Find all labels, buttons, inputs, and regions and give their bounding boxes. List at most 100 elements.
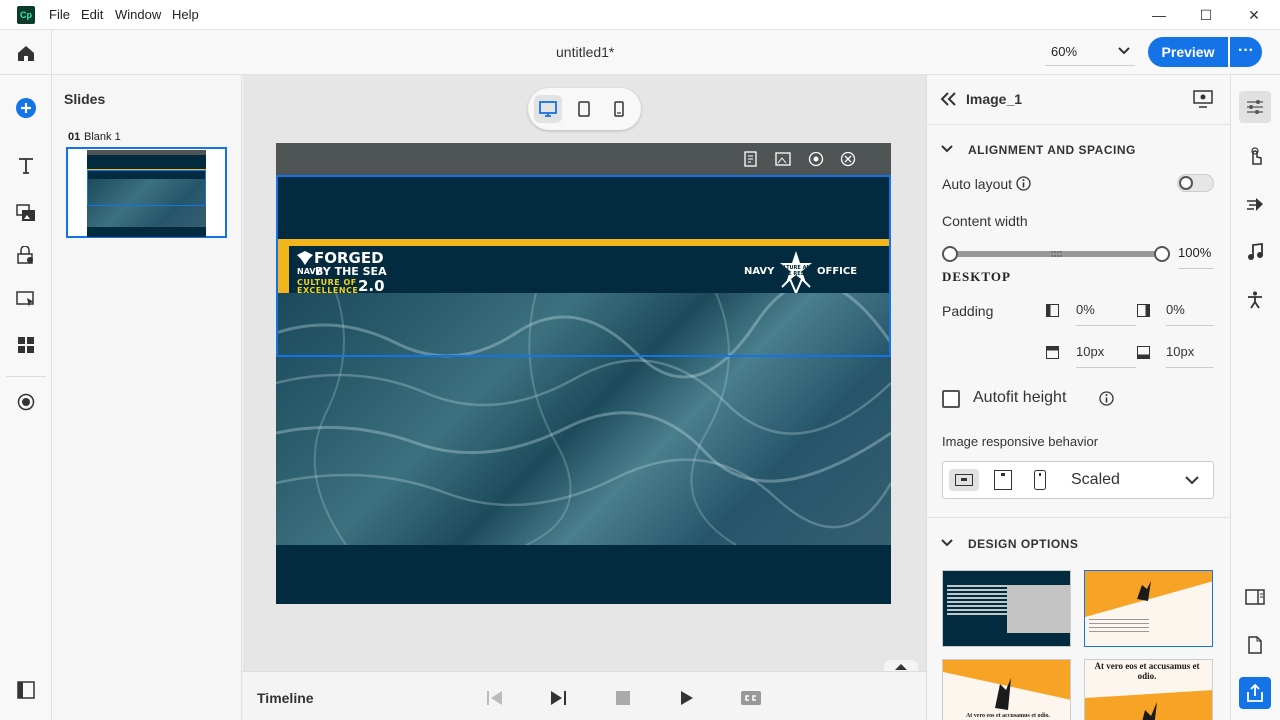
chevron-down-icon (1118, 47, 1130, 55)
play-icon[interactable] (680, 690, 694, 706)
slide-number: 01 (68, 131, 81, 143)
accessibility-tab[interactable] (1243, 288, 1267, 312)
padding-bottom-icon (1137, 346, 1150, 359)
selection-box[interactable] (276, 175, 891, 357)
desktop-label: DESKTOP (942, 269, 1011, 284)
slide-thumbnail[interactable] (66, 147, 227, 238)
auto-layout-toggle[interactable] (1177, 174, 1214, 192)
widgets-icon[interactable] (14, 287, 38, 311)
padding-right-input[interactable]: 0% (1166, 302, 1214, 326)
layout-panel-icon (1245, 589, 1265, 605)
visibility-icon[interactable] (1193, 90, 1213, 108)
slides-panel-title: Slides (64, 91, 106, 107)
autofit-label: Autofit height (973, 389, 1067, 406)
padding-bottom-input[interactable]: 10px (1166, 344, 1214, 368)
document-tab[interactable] (1243, 633, 1267, 657)
home-icon[interactable] (14, 41, 38, 65)
padding-top-input[interactable]: 10px (1076, 344, 1136, 368)
share-button[interactable] (1239, 677, 1271, 709)
step-forward-icon[interactable] (550, 690, 568, 706)
assets-icon[interactable] (14, 333, 38, 357)
design-option-3[interactable]: At vero eos et accusamus et odio. (942, 659, 1071, 720)
padding-left-input[interactable]: 0% (1076, 302, 1136, 326)
animation-tab[interactable] (1243, 192, 1267, 216)
text-icon[interactable] (14, 153, 38, 177)
design-option-4-text: At vero eos et accusamus et odio. (1094, 661, 1200, 681)
menu-help[interactable]: Help (172, 7, 199, 22)
chevron-down-icon (1185, 476, 1199, 485)
audio-tab[interactable] (1243, 240, 1267, 264)
touch-icon (1251, 147, 1262, 165)
responsive-behavior-value: Scaled (1071, 471, 1120, 488)
scaled-mode-option[interactable] (949, 469, 979, 491)
skip-back-icon[interactable] (486, 690, 504, 706)
menu-window[interactable]: Window (115, 7, 161, 22)
preview-button[interactable]: Preview (1148, 37, 1228, 67)
design-option-4[interactable]: At vero eos et accusamus et odio. (1084, 659, 1213, 720)
landscape-image-icon (955, 474, 973, 486)
design-option-2[interactable] (1084, 570, 1213, 647)
padding-label: Padding (942, 303, 994, 319)
document-title: untitled1* (556, 44, 615, 60)
tablet-icon (578, 101, 590, 117)
padding-left-icon (1046, 304, 1059, 317)
thumb-slide (87, 150, 206, 237)
layout-tab[interactable] (1243, 585, 1267, 609)
double-chevron-left-icon[interactable] (940, 92, 956, 106)
media-icon[interactable] (14, 201, 38, 225)
design-option-1[interactable] (942, 570, 1071, 647)
responsive-behavior-select[interactable]: Scaled (942, 461, 1214, 499)
padding-top-icon (1046, 346, 1059, 359)
content-width-value[interactable]: 100% (1178, 245, 1214, 269)
autofit-checkbox[interactable] (942, 390, 960, 408)
maximize-button[interactable]: ☐ (1196, 5, 1216, 25)
panel-divider (926, 124, 1230, 125)
timeline-bar (243, 671, 926, 720)
rail-divider (6, 376, 46, 377)
slider-handle-right[interactable] (1154, 246, 1170, 262)
menu-file[interactable]: File (49, 7, 70, 22)
desktop-mode-button[interactable] (534, 95, 562, 123)
object-name: Image_1 (966, 91, 1023, 107)
info-icon[interactable] (1099, 391, 1114, 406)
tablet-mode-button[interactable] (570, 95, 598, 123)
chevron-down-icon[interactable] (941, 539, 953, 547)
add-icon[interactable] (14, 96, 38, 120)
portrait-image-icon[interactable] (994, 470, 1012, 490)
properties-tab[interactable] (1239, 91, 1271, 123)
panel-toggle-icon[interactable] (14, 678, 38, 702)
animation-icon (1247, 198, 1263, 211)
padding-right-icon (1137, 304, 1150, 317)
timeline-label: Timeline (257, 690, 314, 706)
closed-captions-icon[interactable] (741, 691, 761, 705)
mobile-icon (614, 101, 624, 117)
mobile-mode-button[interactable] (605, 95, 633, 123)
more-options-button[interactable]: ··· (1230, 37, 1262, 67)
left-toolbar (0, 30, 52, 720)
menu-edit[interactable]: Edit (81, 7, 103, 22)
design-options-title: DESIGN OPTIONS (968, 537, 1079, 551)
slide-toolbar (276, 143, 891, 175)
slide-name: Blank 1 (84, 131, 121, 143)
stop-icon[interactable] (616, 691, 630, 705)
share-icon (1247, 684, 1263, 702)
mobile-image-icon[interactable] (1034, 470, 1046, 490)
settings-icon[interactable] (840, 151, 856, 167)
close-button[interactable]: ✕ (1244, 5, 1264, 25)
interactions-icon[interactable] (14, 243, 38, 267)
alignment-section-title: ALIGNMENT AND SPACING (968, 143, 1136, 157)
info-icon[interactable] (1016, 176, 1031, 191)
minimize-button[interactable]: — (1149, 5, 1169, 25)
image-icon[interactable] (775, 151, 791, 167)
interaction-tab[interactable] (1243, 144, 1267, 168)
slider-handle-left[interactable] (942, 246, 958, 262)
content-width-label: Content width (942, 213, 1028, 229)
app-logo-icon: Cp (17, 6, 35, 24)
accessibility-person-icon (1248, 291, 1262, 309)
zoom-value: 60% (1051, 44, 1078, 59)
desktop-icon (539, 101, 557, 117)
record-icon[interactable] (14, 390, 38, 414)
accessibility-icon[interactable] (808, 151, 824, 167)
notes-icon[interactable] (743, 151, 759, 167)
chevron-down-icon[interactable] (941, 145, 953, 153)
